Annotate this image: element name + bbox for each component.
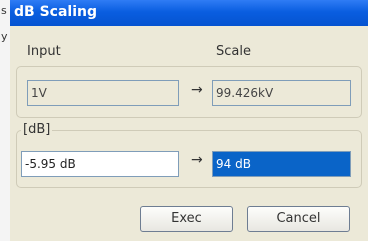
background-char: y (1, 30, 8, 43)
exec-button[interactable]: Exec (140, 206, 233, 232)
title-bar[interactable]: dB Scaling (10, 0, 368, 26)
db-group-legend: [dB] (21, 122, 53, 137)
db-group: [dB] -5.95 dB → 94 dB (16, 122, 362, 188)
db-input-field[interactable]: -5.95 dB (21, 151, 179, 177)
scale-label: Scale (216, 44, 251, 59)
window-title: dB Scaling (14, 4, 97, 20)
scale-group: 1V → 99.426kV (16, 66, 362, 118)
arrow-right-icon: → (191, 152, 203, 168)
arrow-right-icon: → (191, 82, 203, 98)
background-char: s (1, 4, 7, 17)
scale-value-field: 99.426kV (212, 80, 351, 106)
cancel-button[interactable]: Cancel (247, 206, 350, 232)
input-label: Input (27, 44, 61, 59)
input-value-field: 1V (27, 80, 179, 106)
db-scaling-dialog: dB Scaling Input Scale 1V → 99.426kV [dB… (10, 0, 368, 241)
db-output-field[interactable]: 94 dB (212, 151, 351, 177)
